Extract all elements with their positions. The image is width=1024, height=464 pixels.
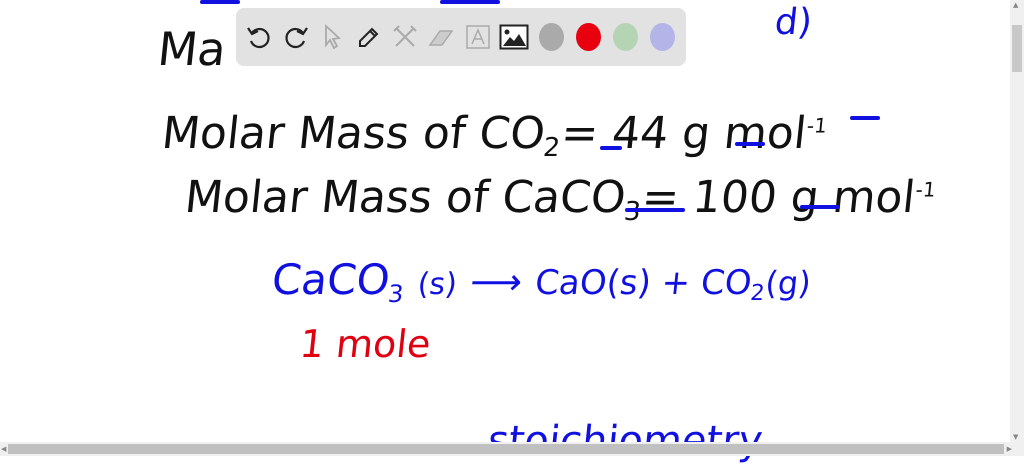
select-pointer-icon[interactable] bbox=[317, 20, 347, 54]
underline-mark bbox=[600, 146, 622, 150]
vertical-scroll-thumb[interactable] bbox=[1012, 25, 1022, 72]
underline-mark bbox=[850, 116, 880, 120]
handwritten-line-3: Molar Mass of CaCO3= 100 g mol-1 bbox=[182, 172, 937, 227]
whiteboard-canvas[interactable]: Ma d) Molar Mass of CO2= 44 g mol-1 Mola… bbox=[0, 0, 1010, 464]
color-gray-swatch[interactable] bbox=[538, 23, 564, 51]
handwritten-line-2: Molar Mass of CO2= 44 g mol-1 bbox=[159, 108, 829, 163]
horizontal-scroll-thumb[interactable] bbox=[8, 444, 1004, 454]
underline-mark bbox=[440, 0, 500, 4]
color-red-swatch[interactable] bbox=[575, 23, 601, 51]
undo-icon[interactable] bbox=[244, 20, 274, 54]
scroll-right-icon[interactable]: ▶ bbox=[1007, 445, 1012, 453]
color-green-swatch[interactable] bbox=[612, 23, 638, 51]
horizontal-scrollbar[interactable]: ◀ ▶ bbox=[0, 442, 1024, 456]
pen-icon[interactable] bbox=[353, 20, 383, 54]
reaction-equation: CaCO3 (s) ⟶ CaO(s) + CO2(g) bbox=[269, 255, 813, 308]
underline-mark bbox=[735, 142, 765, 146]
redo-icon[interactable] bbox=[280, 20, 310, 54]
bottom-word: stoichiometry bbox=[485, 418, 765, 464]
eraser-icon[interactable] bbox=[426, 20, 456, 54]
underline-mark bbox=[200, 0, 240, 4]
handwritten-line-1: Ma bbox=[155, 22, 229, 76]
scroll-up-icon[interactable]: ▲ bbox=[1013, 1, 1018, 9]
color-purple-swatch[interactable] bbox=[649, 23, 675, 51]
image-icon[interactable] bbox=[499, 20, 529, 54]
scroll-down-icon[interactable]: ▼ bbox=[1013, 433, 1018, 441]
underline-mark bbox=[625, 208, 685, 212]
scroll-left-icon[interactable]: ◀ bbox=[1, 445, 6, 453]
mole-note: 1 mole bbox=[297, 322, 433, 366]
tools-icon[interactable] bbox=[390, 20, 420, 54]
underline-mark bbox=[800, 205, 840, 209]
text-tool-icon[interactable] bbox=[463, 20, 493, 54]
handwritten-line-1-end: d) bbox=[772, 2, 815, 43]
vertical-scrollbar[interactable]: ▲ ▼ bbox=[1010, 0, 1024, 442]
drawing-toolbar bbox=[236, 8, 686, 66]
